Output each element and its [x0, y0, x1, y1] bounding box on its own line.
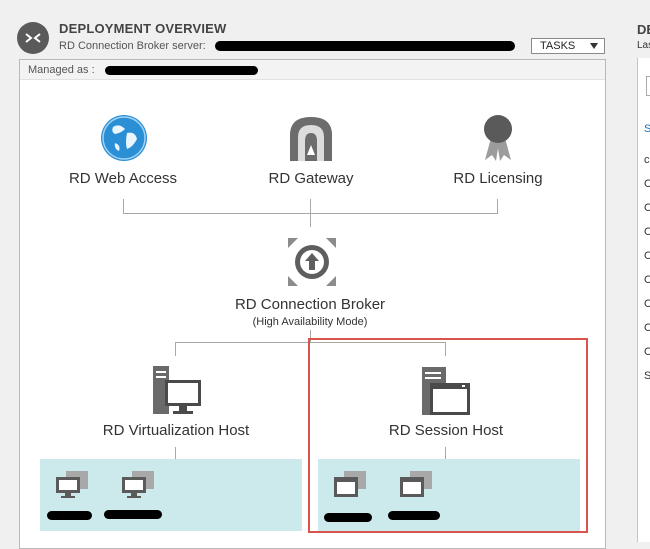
page-title: DEPLOYMENT OVERVIEW — [59, 21, 227, 36]
right-panel-row[interactable]: S — [644, 370, 650, 382]
rd-web-access-tile[interactable]: RD Web Access — [60, 110, 186, 190]
right-panel-row[interactable]: C — [644, 298, 650, 310]
broker-server-label: RD Connection Broker server: — [59, 40, 206, 52]
redaction-bar — [104, 510, 162, 519]
rd-session-host-label: RD Session Host — [388, 422, 504, 439]
right-panel-title: DE — [637, 22, 650, 37]
right-panel-link[interactable]: S — [644, 123, 650, 135]
right-panel-row[interactable]: C — [644, 346, 650, 358]
window-icon[interactable] — [398, 469, 434, 499]
right-panel-row[interactable]: co — [644, 154, 650, 166]
session-host-servers — [318, 459, 580, 531]
window-icon[interactable] — [332, 469, 368, 499]
gateway-arch-icon — [290, 117, 332, 161]
rd-connection-broker-label: RD Connection Broker — [234, 296, 386, 313]
monitor-icon[interactable] — [120, 469, 156, 499]
broker-mode-label: (High Availability Mode) — [252, 316, 368, 328]
connector-line — [123, 199, 124, 213]
monitor-icon[interactable] — [54, 469, 90, 499]
redaction-bar — [324, 513, 372, 522]
connector-line — [310, 199, 311, 213]
tasks-label: TASKS — [540, 40, 576, 52]
right-panel-input-edge — [646, 76, 650, 96]
rd-virtualization-host-tile[interactable]: RD Virtualization Host — [90, 360, 262, 444]
connector-line — [175, 447, 176, 459]
broker-arrow-icon — [288, 238, 336, 286]
server-monitor-icon — [153, 366, 201, 414]
rd-web-access-label: RD Web Access — [68, 170, 178, 187]
right-panel-row[interactable]: C — [644, 322, 650, 334]
right-panel-subtitle: Las — [637, 40, 650, 51]
connector-line — [497, 199, 498, 213]
right-panel-row[interactable]: C — [644, 178, 650, 190]
connector-line — [445, 342, 446, 356]
server-window-icon — [422, 367, 470, 415]
redaction-bar — [105, 66, 258, 75]
redaction-bar — [215, 41, 515, 51]
connector-line — [175, 342, 445, 343]
rd-session-host-tile[interactable]: RD Session Host — [360, 360, 532, 444]
right-panel-row[interactable]: C — [644, 226, 650, 238]
right-panel: S coCCCCCCCCS — [637, 58, 650, 542]
right-panel-row[interactable]: C — [644, 202, 650, 214]
deployment-overview-icon — [17, 22, 49, 54]
redaction-bar — [388, 511, 440, 520]
connector-line — [310, 213, 311, 227]
rd-gateway-tile[interactable]: RD Gateway — [248, 110, 374, 190]
award-ribbon-icon — [484, 115, 512, 161]
redaction-bar — [47, 511, 92, 520]
rd-gateway-label: RD Gateway — [268, 170, 354, 187]
connector-line — [445, 447, 446, 459]
rd-connection-broker-tile[interactable]: RD Connection Broker (High Availability … — [230, 236, 390, 332]
rd-virtualization-host-label: RD Virtualization Host — [102, 422, 250, 439]
connector-line — [175, 342, 176, 356]
virtualization-host-servers — [40, 459, 302, 531]
globe-icon — [101, 115, 147, 161]
rd-licensing-tile[interactable]: RD Licensing — [435, 110, 561, 190]
rd-licensing-label: RD Licensing — [453, 170, 543, 187]
chevron-down-icon — [590, 43, 598, 49]
tasks-dropdown[interactable]: TASKS — [531, 38, 605, 54]
right-panel-row[interactable]: C — [644, 274, 650, 286]
right-panel-row[interactable]: C — [644, 250, 650, 262]
